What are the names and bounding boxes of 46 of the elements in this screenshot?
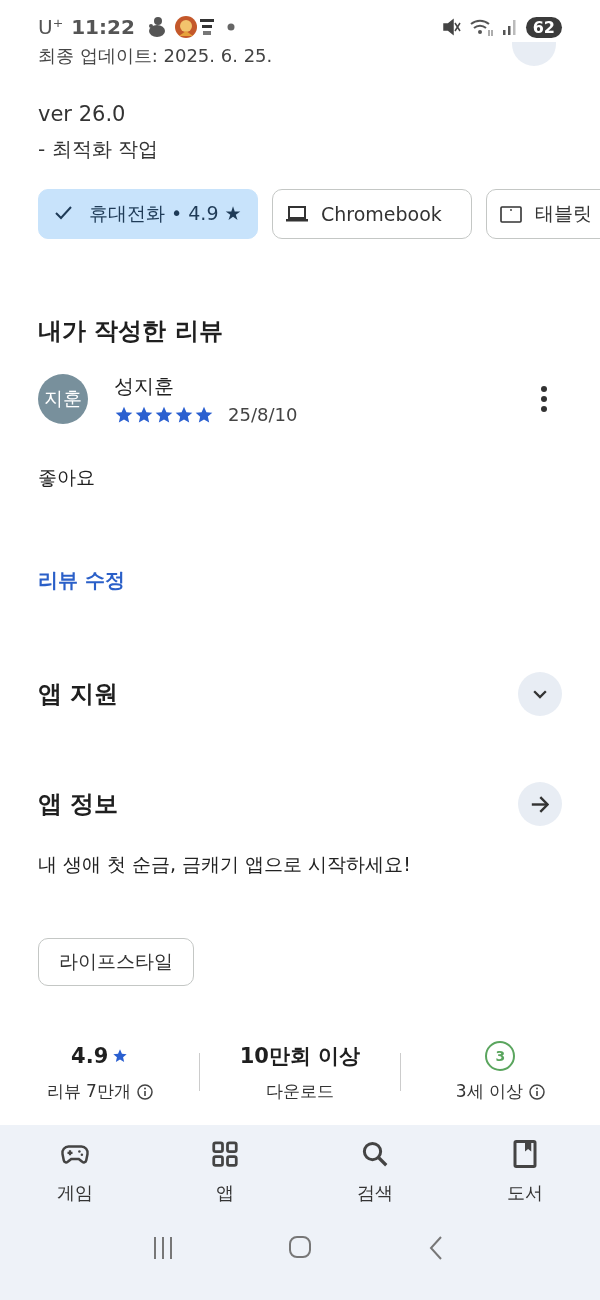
stat-value: 10만회 이상	[239, 1043, 361, 1070]
status-time: 11:22	[71, 15, 135, 39]
home-icon[interactable]	[287, 1235, 313, 1261]
notification-dot-icon	[226, 23, 235, 31]
carrier-label: U⁺	[38, 15, 64, 39]
apps-grid-icon	[210, 1139, 240, 1169]
info-icon	[136, 1083, 153, 1100]
tablet-icon	[499, 203, 523, 225]
arrow-right-button[interactable]	[518, 782, 562, 826]
nav-tab[interactable]: 게임	[25, 1139, 125, 1205]
device-chip[interactable]: Chromebook	[272, 189, 472, 239]
more-options-icon[interactable]	[540, 385, 548, 413]
figure-icon	[146, 16, 167, 38]
search-icon	[360, 1139, 390, 1169]
nav-tab[interactable]: 도서	[475, 1139, 575, 1205]
battery-indicator: 62	[525, 16, 562, 38]
nav-tab[interactable]: 앱	[175, 1139, 275, 1205]
reviewer-name: 성지훈	[114, 373, 175, 400]
version-text: ver 26.0	[38, 102, 127, 126]
stat-label: 리뷰 7만개	[46, 1080, 131, 1103]
category-chip[interactable]: 라이프스타일	[38, 938, 194, 986]
device-chip[interactable]: 휴대전화 • 4.9 ★	[38, 189, 258, 239]
avatar: 지훈	[38, 374, 88, 424]
mute-icon	[441, 17, 462, 37]
stat-label: 3세 이상	[455, 1080, 523, 1103]
stat-value: 4.9	[71, 1044, 109, 1068]
section-heading: 내가 작성한 리뷰	[38, 316, 224, 347]
review-date: 25/8/10	[228, 404, 298, 425]
star-icon	[112, 1048, 129, 1064]
nav-tab[interactable]: 검색	[325, 1139, 425, 1205]
age-rating-badge: 3	[485, 1041, 516, 1071]
section-heading: 앱 지원	[38, 679, 119, 710]
arrow-right-icon	[531, 795, 549, 813]
info-icon	[528, 1083, 545, 1100]
last-updated-text: 최종 업데이트: 2025. 6. 25.	[38, 44, 273, 68]
wifi-icon	[469, 17, 494, 37]
laptop-icon	[285, 203, 309, 225]
edit-review-link[interactable]: 리뷰 수정	[38, 567, 125, 594]
signal-icon	[501, 18, 518, 36]
stat-label: 다운로드	[266, 1080, 334, 1103]
release-note-text: - 최적화 작업	[38, 136, 159, 163]
app-description: 내 생애 첫 순금, 금캐기 앱으로 시작하세요!	[38, 852, 412, 877]
review-text: 좋아요	[38, 465, 96, 490]
section-heading: 앱 정보	[38, 789, 119, 820]
chevron-down-icon	[533, 689, 547, 699]
device-chip[interactable]: 태블릿	[486, 189, 600, 239]
